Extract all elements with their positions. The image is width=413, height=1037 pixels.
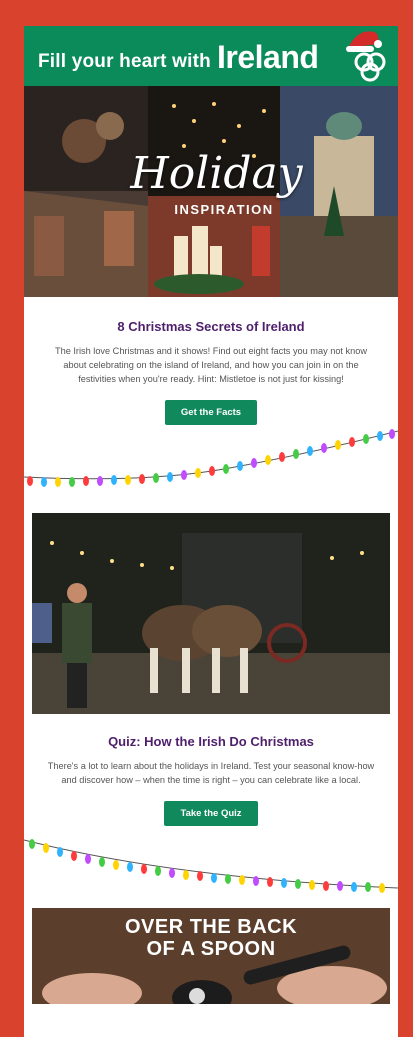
horse-carriage-photo[interactable] — [32, 513, 390, 714]
shamrock-icon — [354, 52, 386, 82]
header-banner[interactable]: Fill your heart with Ireland — [24, 26, 398, 86]
take-the-quiz-button[interactable]: Take the Quiz — [164, 801, 258, 826]
hero-collage[interactable]: Holiday INSPIRATION — [24, 86, 398, 297]
article-title-quiz[interactable]: Quiz: How the Irish Do Christmas — [38, 734, 384, 749]
horse-carriage-image — [32, 513, 390, 714]
get-the-facts-button[interactable]: Get the Facts — [164, 400, 258, 425]
brand-logo-text: Ireland — [217, 39, 319, 75]
article-section: 8 Christmas Secrets of Ireland The Irish… — [24, 319, 398, 425]
article-title[interactable]: 8 Christmas Secrets of Ireland — [38, 319, 384, 334]
header-tagline: Fill your heart with — [38, 51, 211, 72]
article-body-quiz: There's a lot to learn about the holiday… — [47, 761, 375, 785]
email-frame: Fill your heart with Ireland Holiday INS… — [24, 26, 398, 1037]
spoon-title-line1: OVER THE BACK — [124, 916, 298, 938]
string-lights-divider — [24, 429, 398, 487]
article-section-quiz: Quiz: How the Irish Do Christmas There's… — [24, 734, 398, 826]
spoon-title-line2: OF A SPOON — [146, 938, 276, 960]
spoon-photo[interactable]: OVER THE BACK OF A SPOON — [32, 908, 390, 1004]
hero-title: Holiday — [130, 148, 303, 199]
article-body: The Irish love Christmas and it shows! F… — [54, 346, 367, 384]
string-lights-divider-2 — [24, 839, 398, 893]
hero-subtitle: INSPIRATION — [174, 202, 274, 217]
